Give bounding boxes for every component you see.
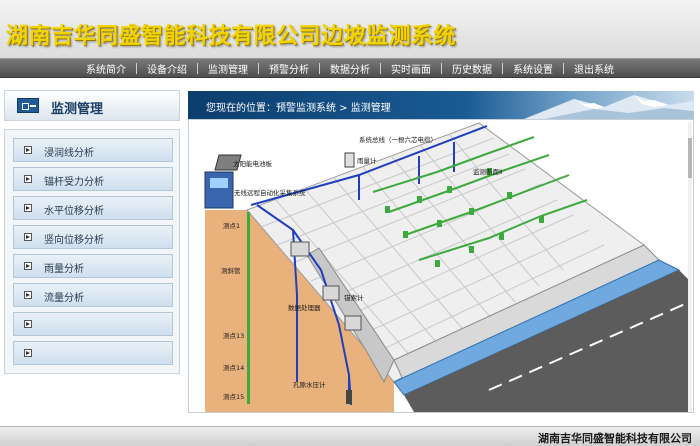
breadcrumb: 您现在的位置：预警监测系统 > 监测管理 — [206, 103, 391, 114]
rain-gauge — [344, 152, 355, 168]
data-processor-box — [322, 285, 340, 301]
sidebar-item-rainfall[interactable]: 雨量分析 — [13, 254, 173, 278]
content-scroll-thumb[interactable] — [688, 138, 692, 178]
piezometer — [346, 390, 352, 404]
monitor-panel-icon — [17, 98, 39, 113]
sidebar-item-label: 锚杆受力分析 — [44, 177, 104, 188]
sidebar-menu: 浸润线分析 锚杆受力分析 水平位移分析 竖向位移分析 雨量分析 流量分析 — [4, 129, 180, 374]
arrow-box-icon — [24, 175, 32, 183]
nav-item-monitoring[interactable]: 监测管理 — [198, 61, 258, 76]
label-section: 监测断面Ⅱ — [473, 167, 502, 176]
top-nav: 系统简介 设备介绍 监测管理 预警分析 数据分析 实时画面 历史数据 系统设置 … — [0, 58, 700, 78]
sidebar-item-label: 流量分析 — [44, 293, 84, 304]
sidebar-item-anchor-force[interactable]: 锚杆受力分析 — [13, 167, 173, 191]
sidebar-item-vertical-displacement[interactable]: 竖向位移分析 — [13, 225, 173, 249]
sidebar-title: 监测管理 — [51, 102, 104, 117]
sidebar-item-seepage-line[interactable]: 浸润线分析 — [13, 138, 173, 162]
sidebar-item-horizontal-displacement[interactable]: 水平位移分析 — [13, 196, 173, 220]
content-header: 您现在的位置：预警监测系统 > 监测管理 — [188, 91, 694, 119]
inclinometer-pipe — [247, 212, 250, 404]
sidebar-item-label: 浸润线分析 — [44, 148, 94, 159]
sidebar-item-empty[interactable] — [13, 312, 173, 336]
label-anchor: 锚索计 — [344, 293, 364, 302]
nav-item-history[interactable]: 历史数据 — [442, 61, 502, 76]
label-piezometer: 孔隙水压计 — [293, 380, 326, 389]
nav-item-devices[interactable]: 设备介绍 — [137, 61, 197, 76]
label-rain-gauge: 雨量计 — [357, 156, 377, 165]
nav-item-settings[interactable]: 系统设置 — [503, 61, 563, 76]
slope-monitoring-diagram: 太阳能电池板 无线远程自动化采集系统 系统总线（一根六芯电缆） 雨量计 监测断面… — [188, 119, 694, 413]
footer: 湖南吉华同盛智能科技有限公司 — [0, 426, 700, 446]
anchor-gauge-box — [290, 241, 310, 257]
sidebar-item-empty[interactable] — [13, 341, 173, 365]
label-point: 测点1 — [223, 222, 240, 230]
label-wireless: 无线远程自动化采集系统 — [234, 188, 306, 197]
label-main-line: 系统总线（一根六芯电缆） — [359, 135, 437, 144]
app-header: 湖南吉华同盛智能科技有限公司边坡监测系统 — [0, 0, 700, 58]
sidebar-item-label: 雨量分析 — [44, 264, 84, 275]
label-point: 测点14 — [223, 364, 244, 372]
slope-diagram-svg: 太阳能电池板 无线远程自动化采集系统 系统总线（一根六芯电缆） 雨量计 监测断面… — [204, 122, 689, 412]
arrow-box-icon — [24, 204, 32, 212]
monitoring-station — [204, 171, 234, 209]
nav-item-realtime[interactable]: 实时画面 — [381, 61, 441, 76]
label-point: 测点13 — [223, 332, 244, 340]
nav-item-logout[interactable]: 退出系统 — [564, 61, 624, 76]
arrow-box-icon — [24, 291, 32, 299]
sidebar-item-label: 水平位移分析 — [44, 206, 104, 217]
arrow-box-icon — [24, 233, 32, 241]
nav-item-intro[interactable]: 系统简介 — [76, 61, 136, 76]
arrow-box-icon — [24, 320, 32, 328]
label-point: 测点15 — [223, 393, 244, 401]
footer-company: 湖南吉华同盛智能科技有限公司 — [538, 432, 692, 445]
sidebar-header: 监测管理 — [4, 90, 180, 121]
station-screen — [210, 178, 228, 188]
label-solar: 太阳能电池板 — [233, 159, 273, 168]
mountain-banner — [524, 95, 694, 119]
arrow-box-icon — [24, 146, 32, 154]
label-pipe: 测斜管 — [221, 266, 241, 275]
arrow-box-icon — [24, 349, 32, 357]
app-title: 湖南吉华同盛智能科技有限公司边坡监测系统 — [6, 24, 457, 49]
arrow-box-icon — [24, 262, 32, 270]
sidebar-item-label: 竖向位移分析 — [44, 235, 104, 246]
sidebar-item-flow[interactable]: 流量分析 — [13, 283, 173, 307]
label-processor: 数据处理器 — [288, 303, 321, 312]
sensor-box — [344, 315, 362, 331]
nav-list: 系统简介 设备介绍 监测管理 预警分析 数据分析 实时画面 历史数据 系统设置 … — [76, 59, 624, 78]
nav-item-data-analysis[interactable]: 数据分析 — [320, 61, 380, 76]
nav-item-warning[interactable]: 预警分析 — [259, 61, 319, 76]
